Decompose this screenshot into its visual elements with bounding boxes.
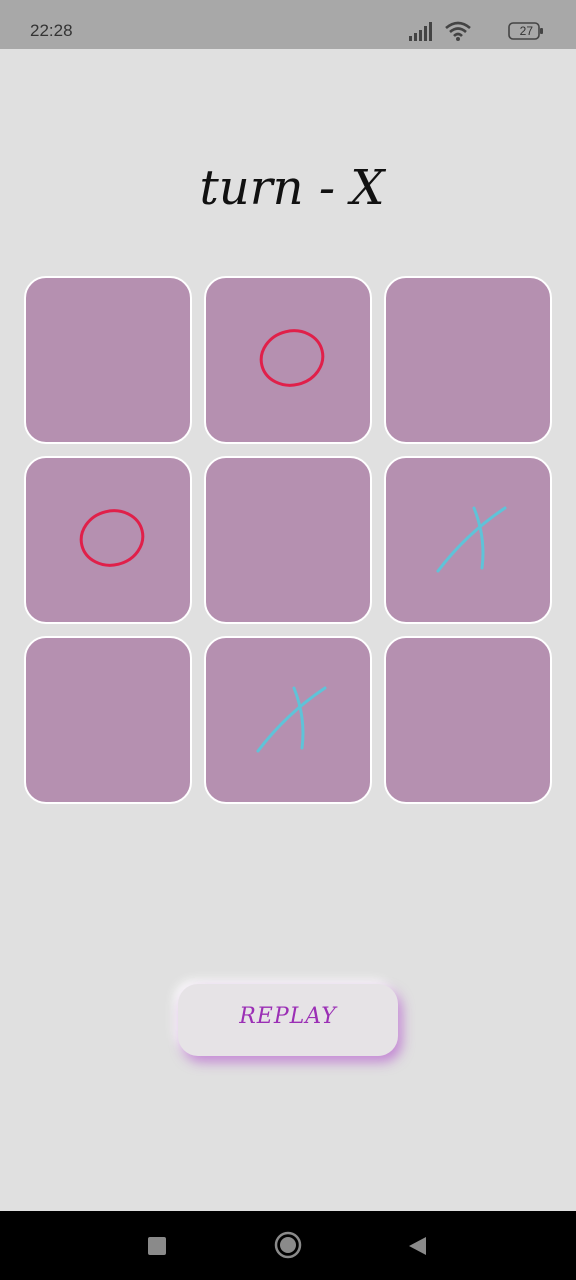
back-icon[interactable] — [406, 1235, 428, 1257]
status-bar: 22:28 27 — [0, 0, 576, 49]
board-cell-8[interactable] — [204, 636, 372, 804]
replay-label: REPLAY — [239, 1004, 337, 1029]
board-cell-2[interactable] — [204, 276, 372, 444]
replay-button[interactable]: REPLAY — [178, 984, 398, 1056]
board-cell-5[interactable] — [204, 456, 372, 624]
x-mark-icon — [436, 506, 507, 573]
signal-icon — [409, 22, 432, 41]
battery-level: 27 — [519, 24, 533, 38]
o-mark-icon — [259, 329, 325, 387]
board-cell-6[interactable] — [384, 456, 552, 624]
recents-icon[interactable] — [148, 1237, 166, 1255]
game-board — [24, 276, 552, 804]
status-time: 22:28 — [30, 21, 73, 40]
turn-indicator-text: turn - X — [200, 160, 387, 216]
x-mark-icon — [256, 686, 327, 753]
board-cell-7[interactable] — [24, 636, 192, 804]
wifi-icon — [445, 21, 471, 41]
o-mark-icon — [79, 509, 145, 567]
board-cell-4[interactable] — [24, 456, 192, 624]
home-icon[interactable] — [274, 1231, 302, 1259]
turn-indicator: turn - X — [0, 160, 576, 220]
board-cell-1[interactable] — [24, 276, 192, 444]
board-cell-3[interactable] — [384, 276, 552, 444]
turn-label: turn - X — [200, 160, 387, 216]
navigation-bar — [0, 1211, 576, 1280]
board-cell-9[interactable] — [384, 636, 552, 804]
